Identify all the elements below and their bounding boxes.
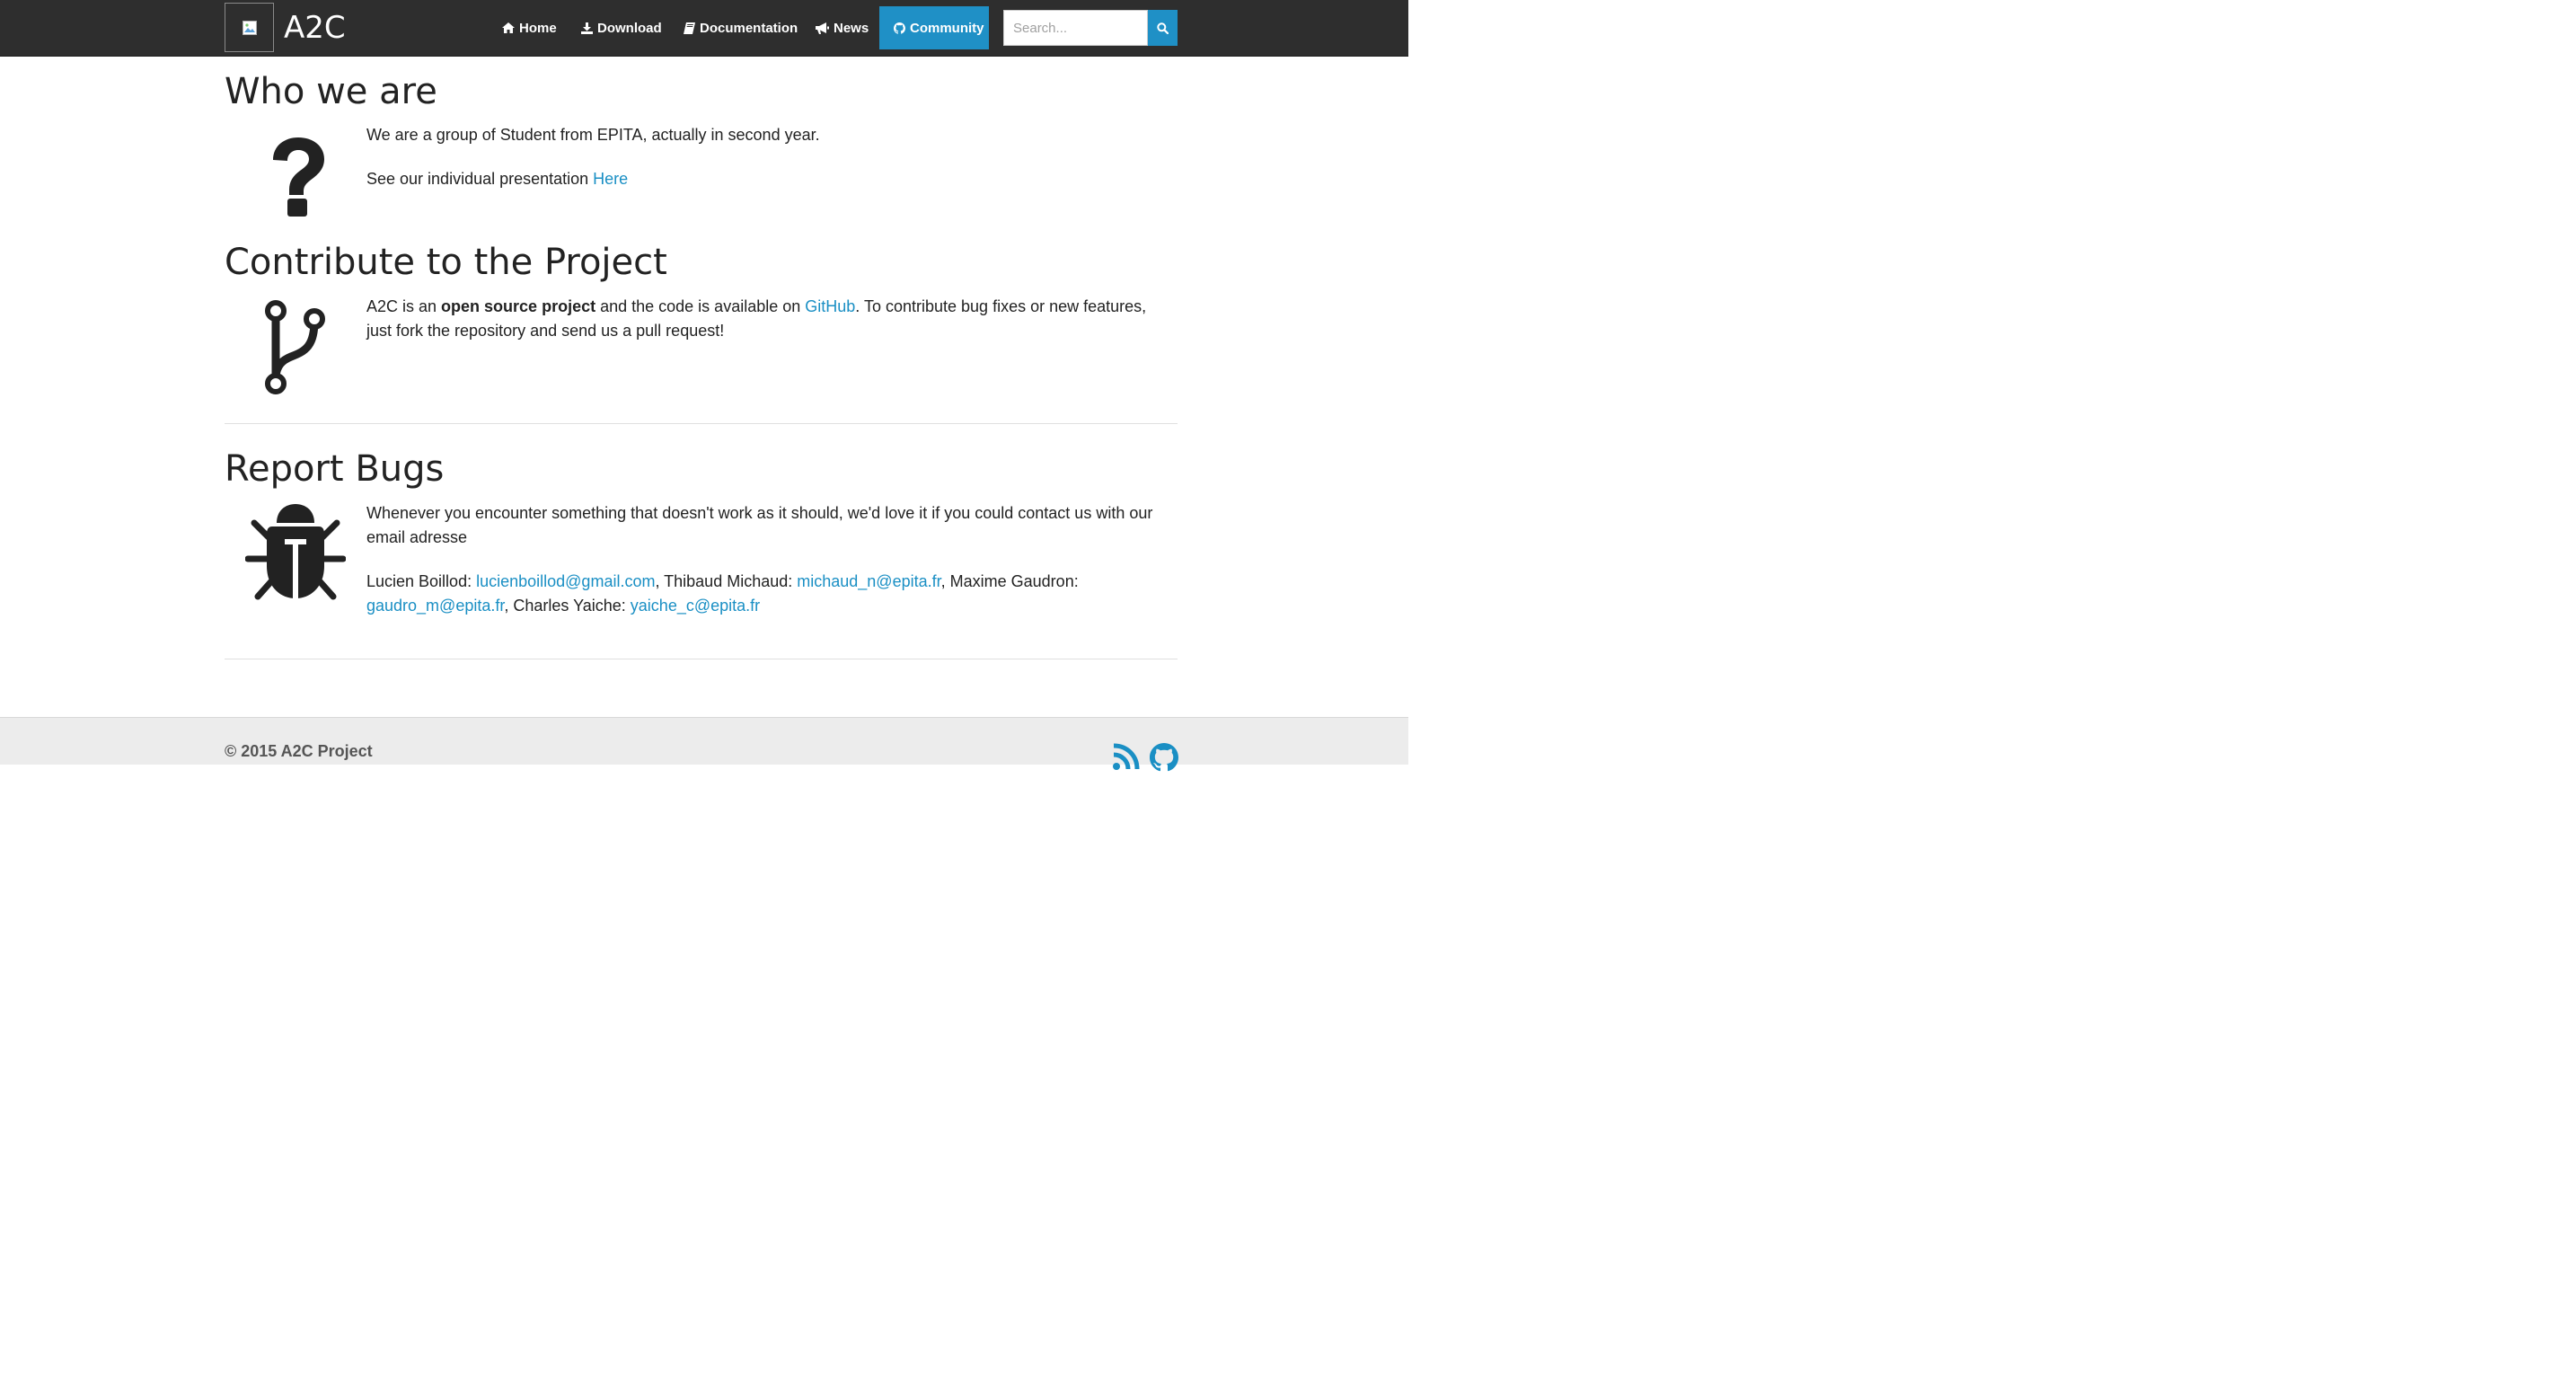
who-line-1: We are a group of Student from EPITA, ac… (366, 126, 820, 144)
divider (225, 423, 1178, 424)
rss-icon[interactable] (1111, 743, 1140, 772)
who-line-2: See our individual presentation Here (366, 167, 1175, 191)
email-link[interactable]: gaudro_m@epita.fr (366, 597, 504, 615)
nav-documentation-label: Documentation (700, 20, 798, 36)
search-button[interactable] (1148, 10, 1178, 46)
copyright: © 2015 A2C Project (225, 742, 373, 760)
code-fork-icon (265, 300, 325, 394)
email-link[interactable]: lucienboillod@gmail.com (476, 572, 655, 590)
who-we-are-heading: Who we are (225, 71, 437, 112)
github-icon[interactable] (1150, 743, 1178, 772)
contact-separator: , (504, 597, 514, 615)
brand-logo[interactable] (225, 3, 274, 52)
contribute-text-1: A2C is an (366, 297, 442, 315)
nav-download[interactable]: Download (567, 6, 676, 49)
broken-image-icon (243, 21, 257, 35)
search-input[interactable] (1003, 10, 1148, 46)
download-icon (581, 22, 593, 34)
footer: © 2015 A2C Project (0, 717, 1408, 772)
nav-home-label: Home (519, 20, 557, 36)
nav-download-label: Download (597, 20, 662, 36)
contact-name: Maxime Gaudron: (949, 572, 1079, 590)
contact-separator: , (940, 572, 950, 590)
email-link[interactable]: yaiche_c@epita.fr (631, 597, 760, 615)
nav-news-label: News (834, 20, 869, 36)
contact-name: Lucien Boillod: (366, 572, 477, 590)
nav-documentation[interactable]: Documentation (669, 6, 812, 49)
nav-news[interactable]: News (801, 6, 883, 49)
contribute-paragraph: A2C is an open source project and the co… (366, 295, 1175, 343)
contribute-heading: Contribute to the Project (225, 242, 667, 283)
contact-name: Thibaud Michaud: (664, 572, 798, 590)
brand-title[interactable]: A2C (284, 8, 346, 48)
nav-community[interactable]: Community (879, 6, 989, 49)
home-icon (502, 22, 515, 33)
presentation-link[interactable]: Here (593, 170, 628, 188)
contact-name: Charles Yaiche: (513, 597, 631, 615)
contact-separator: , (655, 572, 665, 590)
navbar: A2C Home Download Documentation News Com… (0, 0, 1408, 57)
bullhorn-icon (816, 22, 829, 34)
who-line-2-text: See our individual presentation (366, 170, 594, 188)
contribute-bold-text: open source project (441, 297, 596, 315)
bugs-intro: Whenever you encounter something that do… (366, 504, 1153, 546)
github-icon (894, 22, 905, 34)
book-icon (684, 22, 695, 34)
question-mark-icon (273, 137, 324, 217)
github-link[interactable]: GitHub (805, 297, 855, 315)
contribute-text-2: and the code is available on (595, 297, 806, 315)
nav-community-label: Community (910, 20, 984, 36)
bugs-contacts: Lucien Boillod: lucienboillod@gmail.com,… (366, 570, 1157, 618)
bug-icon (245, 504, 346, 600)
report-bugs-heading: Report Bugs (225, 448, 445, 490)
nav-home[interactable]: Home (488, 6, 571, 49)
email-link[interactable]: michaud_n@epita.fr (797, 572, 940, 590)
search-icon (1157, 22, 1169, 34)
